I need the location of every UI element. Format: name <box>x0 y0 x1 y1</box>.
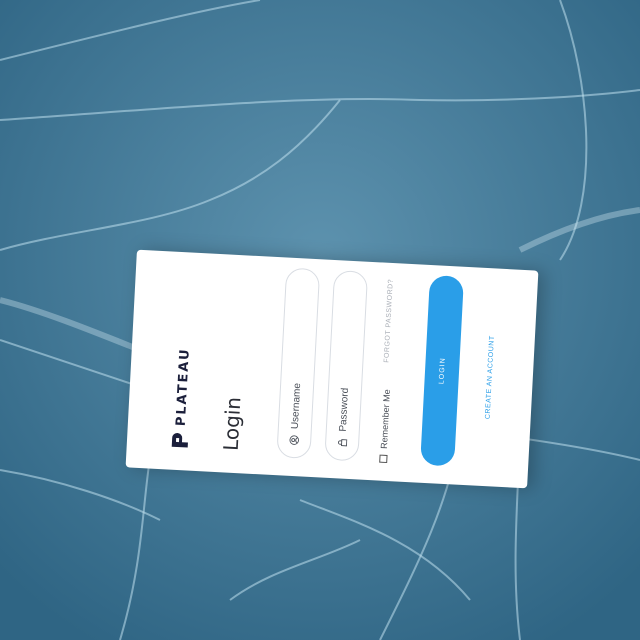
password-placeholder: Password <box>337 387 351 432</box>
remember-checkbox[interactable] <box>379 454 388 464</box>
plateau-logo-icon <box>171 432 190 449</box>
login-card-wrapper: PLATEAU Login Username Password Remember… <box>0 0 640 640</box>
username-field[interactable]: Username <box>276 267 321 459</box>
create-account-link[interactable]: CREATE AN ACCOUNT <box>481 268 499 486</box>
remember-label: Remember Me <box>378 389 393 450</box>
user-circle-icon <box>289 435 300 446</box>
brand-name: PLATEAU <box>173 347 193 427</box>
brand-logo: PLATEAU <box>171 347 194 449</box>
lock-icon <box>337 437 348 448</box>
page-title: Login <box>218 396 246 452</box>
login-card: PLATEAU Login Username Password Remember… <box>125 249 539 489</box>
login-button[interactable]: LOGIN <box>420 275 465 467</box>
remember-me[interactable]: Remember Me <box>378 389 393 464</box>
username-placeholder: Username <box>289 382 303 430</box>
password-field[interactable]: Password <box>324 269 369 462</box>
forgot-password-link[interactable]: FORGOT PASSWORD? <box>383 279 394 363</box>
